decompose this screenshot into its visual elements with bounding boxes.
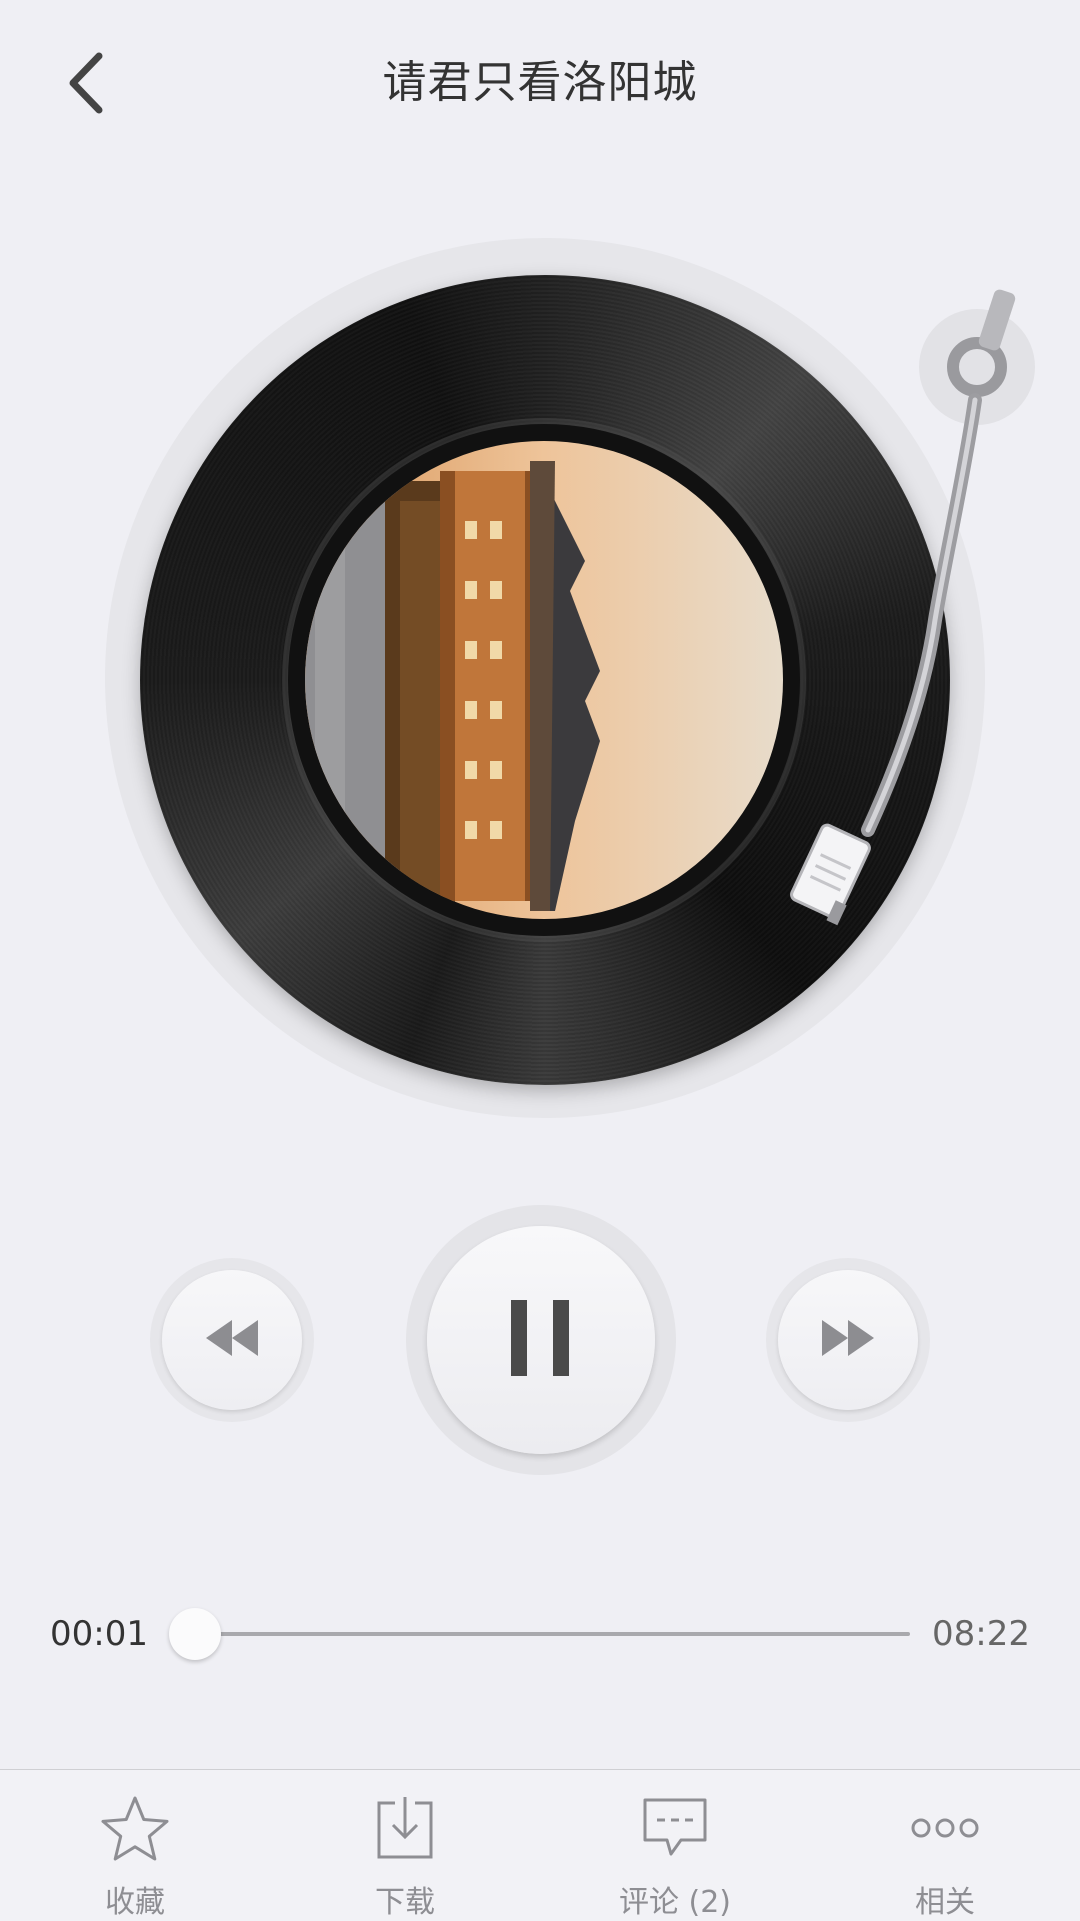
page-title: 请君只看洛阳城 — [382, 57, 698, 108]
next-track-button[interactable] — [766, 1258, 930, 1422]
current-time: 00:01 — [50, 1614, 148, 1654]
album-cover-image — [305, 441, 783, 919]
rewind-icon — [204, 1318, 260, 1362]
star-icon — [100, 1792, 170, 1863]
bottom-action-bar: 收藏 下载 评论 (2) 相关 — [0, 1769, 1080, 1921]
play-pause-button[interactable] — [406, 1205, 676, 1475]
progress-thumb[interactable] — [169, 1608, 222, 1660]
comments-label: 评论 (2) — [618, 1885, 732, 1920]
more-icon — [911, 1792, 979, 1863]
download-icon — [375, 1792, 435, 1863]
total-time: 08:22 — [932, 1614, 1030, 1654]
related-label: 相关 — [915, 1885, 975, 1920]
favorite-label: 收藏 — [105, 1885, 165, 1920]
previous-track-button[interactable] — [150, 1258, 314, 1422]
comments-tab[interactable]: 评论 (2) — [540, 1770, 810, 1921]
fast-forward-icon — [820, 1318, 876, 1362]
pause-icon — [509, 1298, 573, 1382]
comment-icon — [641, 1792, 709, 1863]
related-tab[interactable]: 相关 — [810, 1770, 1080, 1921]
progress-slider[interactable] — [169, 1608, 910, 1660]
download-label: 下载 — [375, 1885, 435, 1920]
favorite-tab[interactable]: 收藏 — [0, 1770, 270, 1921]
download-tab[interactable]: 下载 — [270, 1770, 540, 1921]
tonearm-handle[interactable] — [937, 327, 1017, 407]
